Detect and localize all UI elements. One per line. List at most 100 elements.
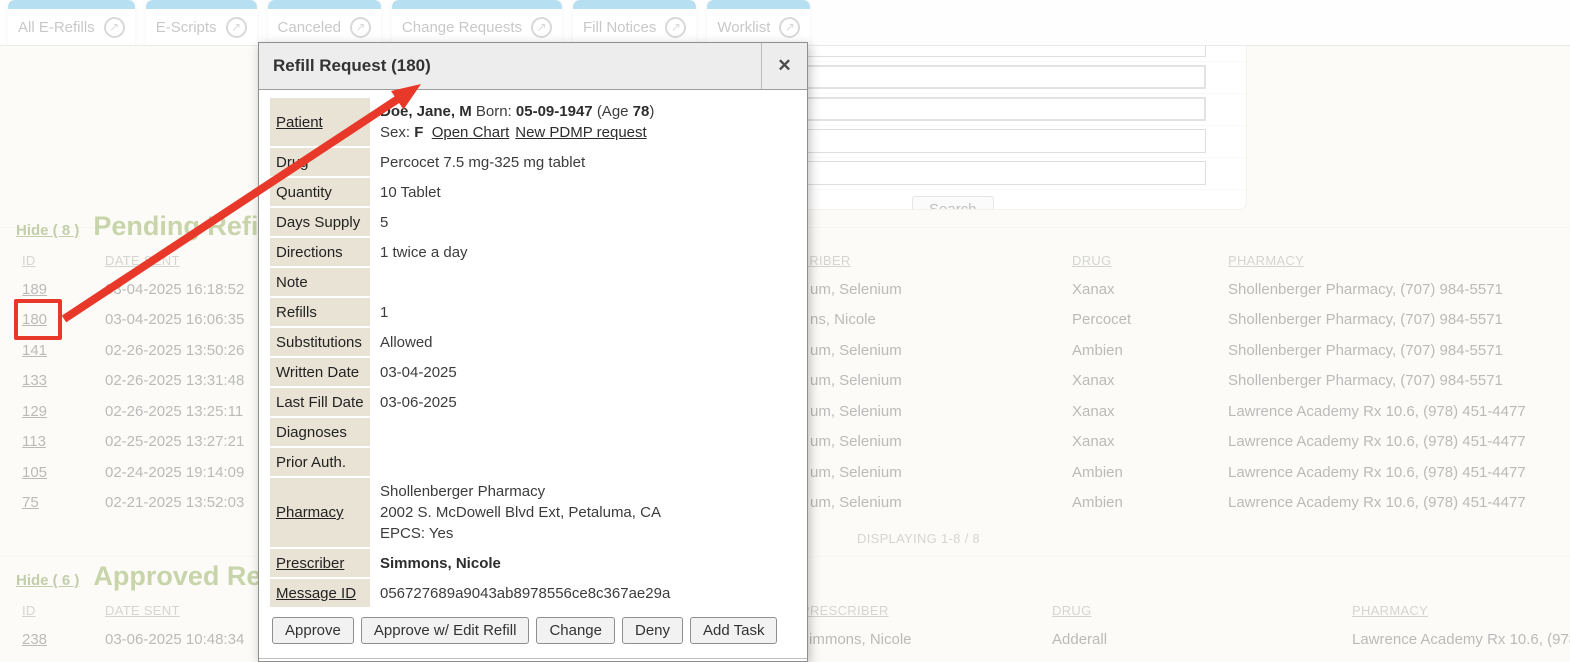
close-icon[interactable]: ✕ — [761, 43, 807, 89]
refill-id-link[interactable]: 141 — [22, 342, 47, 359]
refill-view-tab[interactable]: Fill Notices ↗ — [573, 0, 696, 45]
tab-bar: All E-Refills ↗ E-Scripts ↗ Canceled ↗ C… — [0, 0, 1570, 45]
open-in-new-icon[interactable]: ↗ — [779, 17, 800, 38]
modal-action-button[interactable]: Approve w/ Edit Refill — [361, 617, 530, 644]
detail-label: Substitutions — [270, 328, 370, 356]
detail-value: 5 — [372, 208, 796, 236]
open-in-new-icon[interactable]: ↗ — [226, 17, 247, 38]
open-in-new-icon[interactable]: ↗ — [665, 17, 686, 38]
pharmacy-label[interactable]: Pharmacy — [270, 478, 370, 547]
modal-action-button[interactable]: Approve — [272, 617, 354, 644]
pharmacy-name: Shollenberger Pharmacy — [380, 481, 788, 502]
cell-drug: Percocet — [1072, 311, 1228, 328]
detail-label: Days Supply — [270, 208, 370, 236]
column-header-prescriber[interactable]: PRESCRIBER — [763, 253, 1072, 268]
tab-label: Change Requests — [402, 19, 522, 36]
message-id-label[interactable]: Message ID — [270, 579, 370, 607]
refill-view-tab[interactable]: Change Requests ↗ — [392, 0, 562, 45]
refill-id-link[interactable]: 189 — [22, 281, 47, 298]
cell-pharmacy: Lawrence Academy Rx 10.6, (978) 451-4477 — [1228, 494, 1570, 511]
column-header-pharmacy[interactable]: PHARMACY — [1352, 603, 1570, 618]
cell-prescriber: um, Selenium — [763, 281, 1072, 298]
refill-request-modal: Refill Request (180) ✕ Patient Doe, Jane… — [258, 42, 808, 662]
refill-id-link[interactable]: 113 — [22, 433, 46, 450]
patient-sex: F — [414, 124, 423, 141]
column-header-prescriber[interactable]: PRESCRIBER — [801, 603, 1052, 618]
modal-body: Patient Doe, Jane, M Born: 05-09-1947 (A… — [259, 90, 807, 646]
column-header-pharmacy[interactable]: PHARMACY — [1228, 253, 1570, 268]
open-chart-link[interactable]: Open Chart — [432, 124, 510, 141]
open-in-new-icon[interactable]: ↗ — [350, 17, 371, 38]
cell-prescriber: um, Selenium — [763, 372, 1072, 389]
refill-view-tab[interactable]: Canceled ↗ — [268, 0, 381, 45]
refill-id-link[interactable]: 75 — [22, 494, 39, 511]
refill-id-link[interactable]: 129 — [22, 403, 47, 420]
tab-label: Worklist — [717, 19, 770, 36]
prescriber-label[interactable]: Prescriber — [270, 549, 370, 577]
cell-prescriber: um, Selenium — [763, 494, 1072, 511]
open-in-new-icon[interactable]: ↗ — [531, 17, 552, 38]
detail-value — [372, 268, 796, 296]
refill-view-tab[interactable]: E-Scripts ↗ — [146, 0, 257, 45]
cell-drug: Xanax — [1072, 372, 1228, 389]
detail-label: Drug — [270, 148, 370, 176]
highlight-box-refill-180 — [14, 299, 62, 340]
cell-prescriber: um, Selenium — [763, 433, 1072, 450]
cell-pharmacy: Lawrence Academy Rx 10.6, (978) 451-4477 — [1228, 433, 1570, 450]
column-header-id[interactable]: ID — [22, 253, 105, 268]
refill-view-tab[interactable]: Worklist ↗ — [707, 0, 810, 45]
patient-label[interactable]: Patient — [270, 98, 370, 146]
patient-dob: 05-09-1947 — [516, 103, 593, 120]
cell-drug: Adderall — [1052, 631, 1352, 648]
cell-pharmacy: Lawrence Academy Rx 10.6, (978) 451-4477 — [1228, 464, 1570, 481]
tab-label: E-Scripts — [156, 19, 217, 36]
column-header-id[interactable]: ID — [22, 603, 105, 618]
modal-action-button[interactable]: Add Task — [690, 617, 777, 644]
tab-accent-cap — [573, 0, 696, 9]
tab-accent-cap — [146, 0, 257, 9]
detail-value: 1 twice a day — [372, 238, 796, 266]
detail-label: Written Date — [270, 358, 370, 386]
tab-accent-cap — [8, 0, 135, 9]
search-button[interactable]: Search — [912, 196, 994, 210]
tab-label: Canceled — [278, 19, 341, 36]
cell-drug: Ambien — [1072, 494, 1228, 511]
open-in-new-icon[interactable]: ↗ — [104, 17, 125, 38]
detail-label: Note — [270, 268, 370, 296]
refill-view-tab[interactable]: All E-Refills ↗ — [8, 0, 135, 45]
modal-detail-rows: Drug Percocet 7.5 mg-325 mg tablet Quant… — [270, 148, 796, 476]
modal-action-button[interactable]: Deny — [622, 617, 683, 644]
detail-value: Allowed — [372, 328, 796, 356]
detail-value: 10 Tablet — [372, 178, 796, 206]
detail-value: 1 — [372, 298, 796, 326]
patient-value: Doe, Jane, M Born: 05-09-1947 (Age 78) S… — [372, 98, 796, 146]
detail-label: Diagnoses — [270, 418, 370, 446]
pharmacy-value: Shollenberger Pharmacy 2002 S. McDowell … — [372, 478, 796, 547]
cell-pharmacy: Lawrence Academy Rx 10.6, (978) 451-4477 — [1352, 631, 1570, 648]
detail-label: Last Fill Date — [270, 388, 370, 416]
detail-label: Quantity — [270, 178, 370, 206]
cell-prescriber: ns, Nicole — [763, 311, 1072, 328]
detail-value: 03-06-2025 — [372, 388, 796, 416]
message-id-value: 056727689a9043ab8978556ce8c367ae29a — [372, 579, 796, 607]
detail-label: Refills — [270, 298, 370, 326]
refill-id-link[interactable]: 105 — [22, 464, 47, 481]
column-header-drug[interactable]: DRUG — [1072, 253, 1228, 268]
tab-label: All E-Refills — [18, 19, 95, 36]
tab-accent-cap — [268, 0, 381, 9]
modal-action-button[interactable]: Change — [536, 617, 615, 644]
hide-approved-link[interactable]: Hide ( 6 ) — [16, 572, 79, 589]
cell-prescriber: immons, Nicole — [801, 631, 1052, 648]
refill-id-link[interactable]: 238 — [22, 631, 47, 648]
tab-accent-cap — [707, 0, 810, 9]
hide-pending-link[interactable]: Hide ( 8 ) — [16, 222, 79, 239]
cell-drug: Xanax — [1072, 403, 1228, 420]
pharmacy-epcs: EPCS: Yes — [380, 523, 788, 544]
detail-label: Directions — [270, 238, 370, 266]
new-pdmp-request-link[interactable]: New PDMP request — [515, 124, 646, 141]
cell-drug: Xanax — [1072, 433, 1228, 450]
refill-id-link[interactable]: 133 — [22, 372, 47, 389]
pharmacy-address: 2002 S. McDowell Blvd Ext, Petaluma, CA — [380, 502, 788, 523]
modal-header: Refill Request (180) ✕ — [259, 43, 807, 90]
column-header-drug[interactable]: DRUG — [1052, 603, 1352, 618]
